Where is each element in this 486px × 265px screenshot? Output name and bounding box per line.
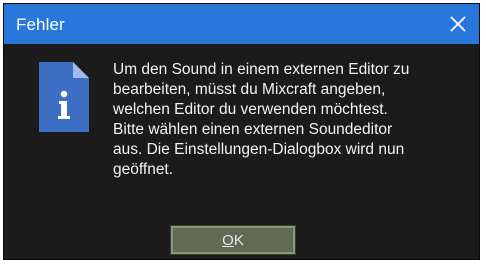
- message-line: welchen Editor du verwenden möchtest.: [113, 101, 388, 118]
- info-document-icon: [39, 62, 89, 132]
- message-line: aus. Die Einstellungen-Dialogbox wird nu…: [113, 141, 405, 158]
- error-dialog: Fehler Um den Sound in einem externen Ed…: [3, 3, 480, 260]
- close-icon: [450, 16, 466, 32]
- dialog-title: Fehler: [16, 15, 65, 34]
- title-bar[interactable]: Fehler: [4, 4, 479, 44]
- close-button[interactable]: [437, 4, 479, 44]
- ok-button-label: OK: [222, 232, 244, 249]
- message-line: Bitte wählen einen externen Soundeditor: [113, 121, 393, 138]
- message-text: Um den Sound in einem externen Editor zu…: [113, 60, 475, 180]
- ok-label-rest: K: [233, 231, 244, 249]
- message-line: bearbeiten, müsst du Mixcraft angeben,: [113, 81, 386, 98]
- ok-button[interactable]: OK: [170, 225, 296, 255]
- ok-mnemonic: O: [222, 231, 234, 249]
- message-line: Um den Sound in einem externen Editor zu: [113, 61, 410, 78]
- message-line: geöffnet.: [113, 161, 174, 178]
